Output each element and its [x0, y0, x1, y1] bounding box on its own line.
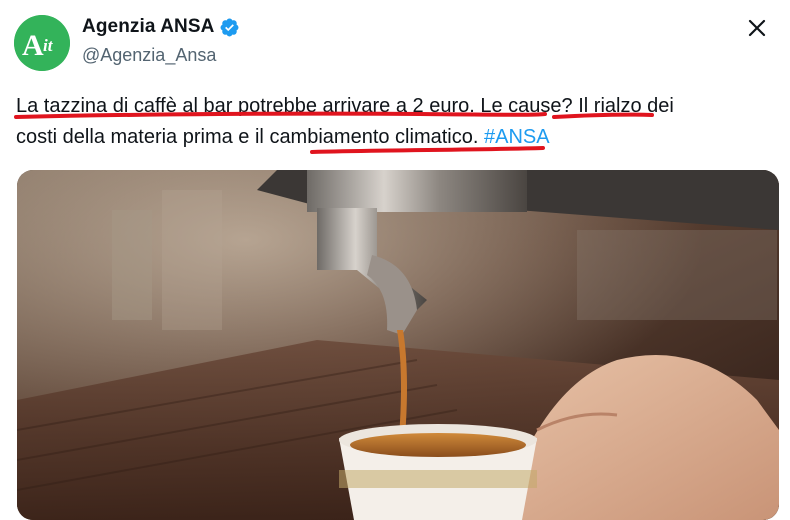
avatar-letter-a: A — [22, 29, 44, 62]
display-name[interactable]: Agenzia ANSA — [82, 16, 214, 38]
author-name-row: Agenzia ANSA — [82, 16, 240, 38]
text-segment-period-2: . — [472, 126, 484, 148]
ansa-logo-icon: A it — [14, 15, 70, 71]
espresso-photo — [17, 170, 779, 520]
text-segment-period: . — [469, 95, 481, 117]
hashtag-link[interactable]: #ANSA — [484, 126, 550, 148]
text-segment-costi: costi della materia prima e il — [16, 126, 270, 148]
author-handle[interactable]: @Agenzia_Ansa — [82, 45, 216, 66]
verified-badge-icon — [219, 17, 240, 38]
media-photo[interactable] — [17, 170, 779, 520]
text-segment-headline: La tazzina di caffè al bar potrebbe arri… — [16, 95, 470, 117]
tweet-text: La tazzina di caffè al bar potrebbe arri… — [16, 91, 786, 153]
text-segment-cambiamento: cambiamento climatico — [269, 126, 473, 148]
avatar-letters-it: it — [43, 36, 54, 55]
text-segment-rialzo: ? Il rialzo dei — [561, 95, 674, 117]
avatar[interactable]: A it — [14, 15, 70, 71]
text-segment-le-cause: Le cause — [480, 95, 562, 117]
tweet-line-2: costi della materia prima e il cambiamen… — [16, 122, 786, 153]
tweet-line-1: La tazzina di caffè al bar potrebbe arri… — [16, 91, 786, 122]
close-icon[interactable] — [746, 17, 768, 39]
